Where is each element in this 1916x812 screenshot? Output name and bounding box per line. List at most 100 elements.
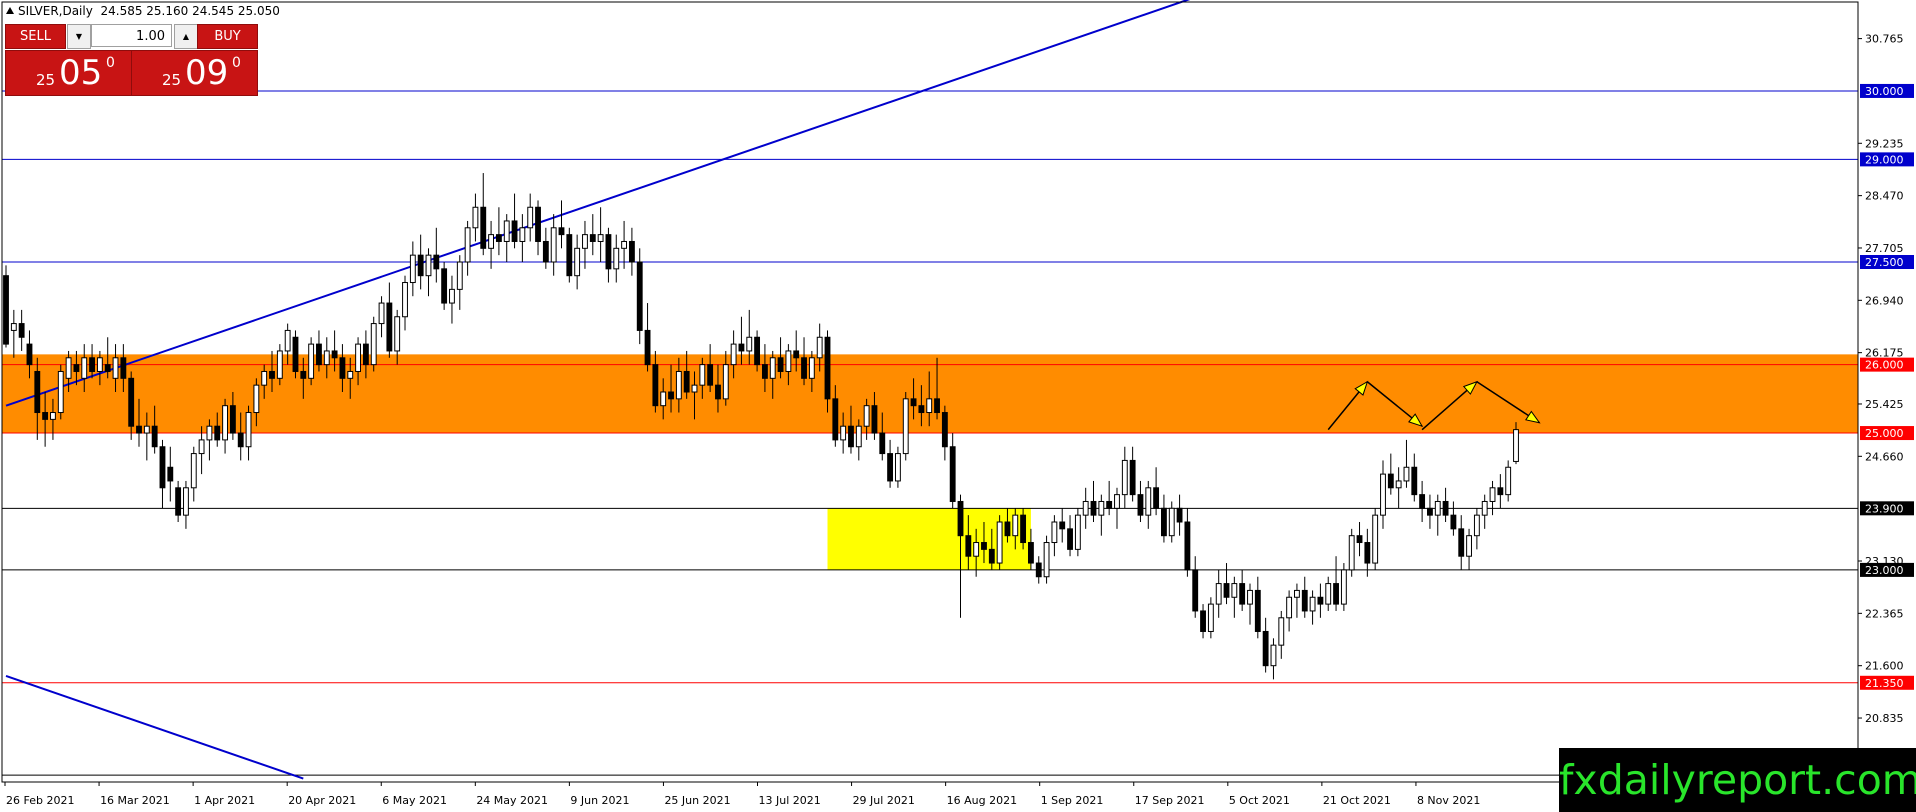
price-tick-label: 27.705 [1865, 242, 1904, 255]
bull-candle [1082, 500, 1089, 516]
bear-candle [1364, 542, 1371, 564]
bear-candle [1442, 500, 1449, 516]
bear-candle [1200, 610, 1206, 632]
bear-candle [1254, 589, 1261, 632]
bull-candle [81, 357, 88, 379]
bear-candle [480, 206, 487, 249]
bull-candle [1380, 473, 1386, 516]
price-tick-label: 20.835 [1865, 712, 1904, 725]
bear-candle [1301, 589, 1308, 612]
collapse-triangle-icon[interactable] [6, 7, 14, 14]
bear-candle [754, 336, 761, 366]
bear-candle [981, 542, 987, 550]
bull-candle [488, 234, 495, 249]
time-tick-label: 1 Sep 2021 [1041, 794, 1104, 807]
time-tick-label: 26 Feb 2021 [6, 794, 74, 807]
brand-watermark: fxdailyreport.com [1559, 748, 1916, 812]
chart-header: SILVER,Daily 24.585 25.160 24.545 25.050 [6, 4, 280, 18]
bull-candle [370, 323, 377, 366]
time-tick-label: 1 Apr 2021 [194, 794, 255, 807]
bear-candle [1450, 514, 1457, 530]
bear-candle [761, 364, 768, 379]
bear-candle [1497, 487, 1504, 496]
bear-candle [511, 220, 518, 242]
bear-candle [605, 234, 612, 270]
price-axis[interactable]: 30.76529.23528.47027.70526.94026.17525.4… [1858, 33, 1914, 783]
price-tick-label: 24.660 [1865, 450, 1904, 463]
bull-candle [1395, 480, 1402, 489]
buy-price-box[interactable]: 25 09 0 [131, 50, 258, 96]
bear-candle [949, 446, 956, 502]
bull-candle [597, 234, 604, 242]
bear-candle [1356, 535, 1363, 544]
bear-candle [636, 261, 643, 331]
bull-candle [816, 336, 823, 359]
bear-candle [73, 364, 80, 372]
bear-candle [1176, 507, 1183, 523]
bear-candle [941, 412, 948, 448]
bear-candle [136, 425, 142, 434]
bear-candle [1333, 583, 1339, 605]
bull-candle [730, 343, 737, 366]
level-label: 25.000 [1865, 427, 1904, 440]
time-tick-label: 17 Sep 2021 [1135, 794, 1205, 807]
bear-candle [1317, 596, 1324, 605]
chevron-down-icon: ▼ [75, 32, 83, 41]
bull-candle [198, 439, 205, 455]
sell-price-prefix: 25 [36, 71, 56, 89]
price-tick-label: 29.235 [1865, 137, 1904, 150]
bull-candle [472, 206, 479, 229]
bear-candle [558, 227, 565, 236]
buy-button[interactable]: BUY [197, 24, 258, 49]
falling-trendline [5, 675, 304, 780]
bull-candle [378, 302, 385, 325]
bull-candle [96, 357, 103, 372]
bull-candle [449, 288, 455, 304]
bull-candle [1168, 507, 1175, 537]
bull-candle [1372, 514, 1379, 564]
sell-price-box[interactable]: 25 05 0 [5, 50, 132, 96]
bear-candle [128, 377, 135, 427]
bear-candle [433, 254, 440, 270]
bull-candle [1215, 583, 1222, 605]
bull-candle [1481, 500, 1488, 516]
bull-candle [1489, 487, 1496, 502]
trade-button-row: SELL ▼ 1.00 ▲ BUY [5, 24, 258, 49]
bear-candle [159, 446, 166, 489]
time-axis[interactable]: 26 Feb 2021 16 Mar 2021 1 Apr 2021 20 Apr 2… [4, 782, 1480, 807]
bear-candle [777, 357, 784, 372]
bear-candle [362, 343, 369, 366]
bull-candle [183, 487, 189, 516]
bull-candle [621, 240, 628, 249]
lot-size-input[interactable]: 1.00 [91, 24, 172, 47]
bull-candle [691, 384, 698, 393]
bull-candle [527, 206, 534, 229]
bear-candle [1106, 500, 1113, 509]
bull-candle [1403, 466, 1410, 482]
bull-candle [347, 370, 354, 379]
price-chart[interactable]: 30.76529.23528.47027.70526.94026.17525.4… [0, 0, 1916, 812]
time-tick-label: 5 Oct 2021 [1229, 794, 1290, 807]
price-tick-label: 30.765 [1865, 33, 1904, 46]
bull-candle [1340, 569, 1347, 605]
sell-button[interactable]: SELL [5, 24, 66, 49]
lot-increase-button[interactable]: ▲ [174, 24, 198, 49]
bear-candle [644, 329, 651, 366]
bear-candle [1035, 562, 1042, 578]
bull-candle [1513, 429, 1519, 462]
bull-candle [1434, 500, 1441, 516]
bull-candle [50, 412, 56, 420]
lot-decrease-button[interactable]: ▼ [67, 24, 91, 49]
bull-candle [1145, 487, 1152, 516]
bull-candle [769, 357, 776, 379]
time-tick-label: 13 Jul 2021 [759, 794, 821, 807]
bull-candle [722, 364, 729, 400]
bull-candle [402, 282, 408, 318]
level-label: 30.000 [1865, 85, 1904, 98]
bear-candle [801, 357, 807, 379]
bear-candle [26, 343, 33, 366]
level-label: 23.000 [1865, 564, 1904, 577]
bear-candle [589, 234, 596, 242]
bull-candle [65, 357, 72, 379]
bull-candle [1286, 596, 1293, 619]
